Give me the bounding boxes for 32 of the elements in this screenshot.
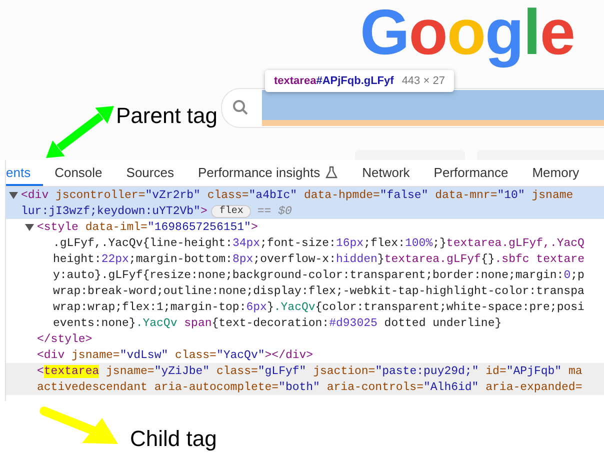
code-text: activedescendant aria-autocomplete="both" aria-controls="Alh6id" aria-expanded=	[37, 380, 582, 394]
tooltip-selector: textarea#APjFqb.gLFyf	[274, 75, 394, 87]
code-text: <textarea jsname="yZiJbe" class="gLFyf" jsaction="paste:puy29d;" id="APjFqb" ma	[37, 364, 582, 378]
code-text: <div jscontroller="vZr2rb" class="a4bIc" data-hpmde="false" data-mnr="10" jsname	[21, 188, 574, 202]
expand-triangle-icon[interactable]	[9, 190, 18, 200]
devtools-tab[interactable]: Performance	[422, 160, 520, 186]
selected-note: == $0	[257, 204, 292, 218]
code-text: wrap:break-word;outline:none;display:flex;-webkit-tap-highlight-color:transpa	[53, 284, 584, 298]
devtools-tab[interactable]: Network	[350, 160, 422, 186]
code-text: y:auto}.gLFyf{resize:none;background-color:transparent;border:none;margin:0;p	[53, 268, 584, 282]
tree-node[interactable]: <div jsname="vdLsw" class="YacQv"></div>	[6, 347, 604, 363]
code-text: <div jsname="vdLsw" class="YacQv"></div>	[37, 348, 314, 362]
code-text: </style>	[37, 332, 92, 346]
annotation-label: Child tag	[130, 426, 217, 452]
annotation-label: Parent tag	[116, 103, 218, 129]
devtools-tab[interactable]: Sources	[114, 160, 186, 186]
tooltip-size: 443 × 27	[402, 75, 445, 87]
code-text: .gLFyf,.YacQv{line-height:34px;font-size:16px;flex:100%;}textarea.gLFyf,.YacQ	[53, 236, 584, 250]
search-field[interactable]	[221, 88, 604, 128]
code-text: wrap:wrap;flex:1;margin-top:6px}.YacQv{color:transparent;white-space:pre;posi	[53, 300, 584, 314]
devtools-tab[interactable]: Memory	[520, 160, 592, 186]
tree-node[interactable]: <textarea jsname="yZiJbe" class="gLFyf" jsaction="paste:puy29d;" id="APjFqb" ma activedescendant aria-autocomplete="both" aria-controls="Alh6id" aria-expanded=	[6, 363, 604, 395]
code-text: <style data-iml="1698657256151">	[37, 220, 258, 234]
code-text: events:none}.YacQv span{text-decoration:#d93025 dotted underline}	[53, 316, 502, 330]
devtools-tab[interactable]: Performance insights	[186, 160, 350, 186]
code-text: lur:jI3wzf;keydown:uYT2Vb">	[21, 204, 208, 218]
devtools-tab[interactable]: Console	[42, 160, 114, 186]
tree-node[interactable]: <div jscontroller="vZr2rb" class="a4bIc" data-hpmde="false" data-mnr="10" jsname lur:jI3wzf;keydown:uYT2Vb"> flex == $0	[6, 187, 604, 219]
code-text: height:22px;margin-bottom:8px;overflow-x:hidden}textarea.gLFyf{}.sbfc textare	[53, 252, 584, 266]
tree-node[interactable]: <style data-iml="1698657256151">	[6, 219, 604, 235]
flex-badge[interactable]: flex	[211, 204, 252, 218]
expand-triangle-icon[interactable]	[25, 222, 34, 232]
